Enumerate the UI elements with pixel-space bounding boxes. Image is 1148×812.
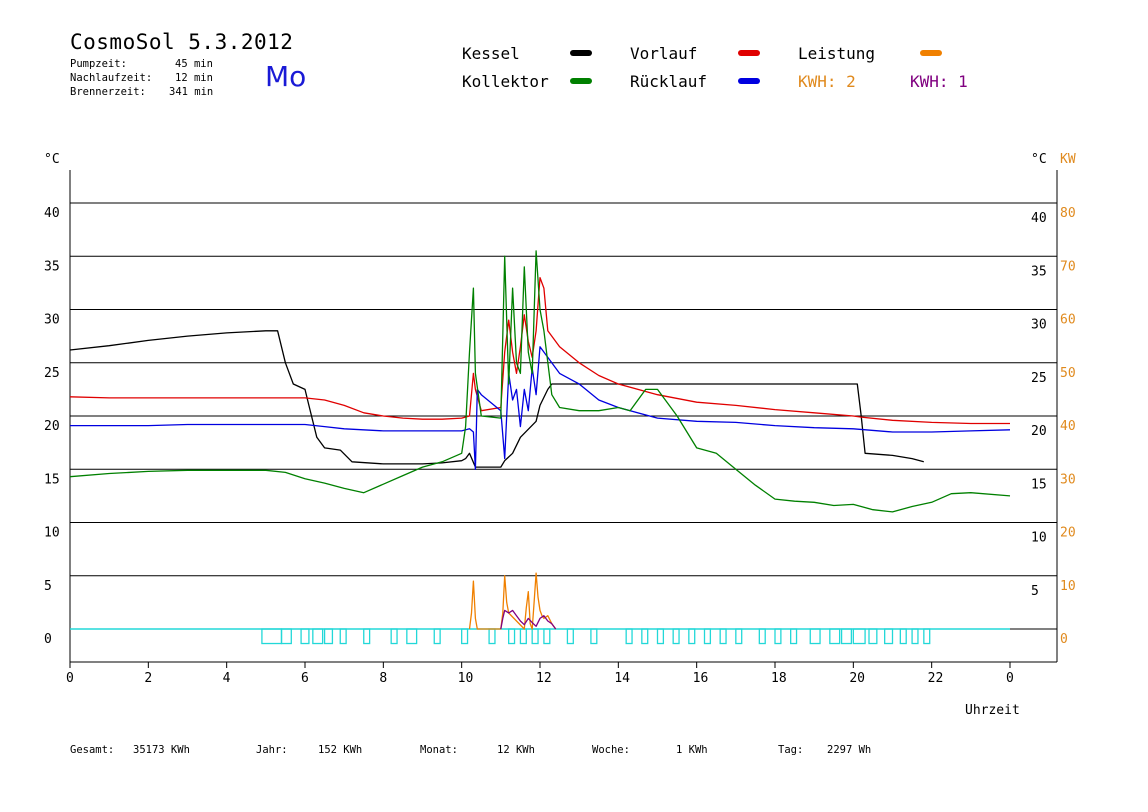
series-kessel [69, 330, 924, 468]
footer-tag-value: 2297 Wh [827, 744, 872, 756]
pump-pulse-7 [390, 628, 398, 645]
x-tick-label-0: 0 [66, 671, 74, 686]
footer-gesamt-label: Gesamt: [70, 744, 115, 756]
y-tick-left-30: 30 [44, 313, 60, 328]
pump-pulse-19 [641, 628, 649, 645]
pump-pulse-5 [339, 628, 347, 645]
pump-pulse-22 [688, 628, 696, 645]
y-tick-left-25: 25 [44, 366, 60, 381]
pump-pulse-35 [899, 628, 907, 645]
x-tick-label-11: 22 [928, 671, 944, 686]
pump-pulse-1 [280, 628, 292, 645]
y-tick-right-20: 20 [1031, 424, 1047, 439]
pump-pulse-33 [868, 628, 878, 645]
pump-pulse-12 [508, 628, 516, 645]
kw-tick-5: 10 [1060, 579, 1076, 594]
pump-pulse-3 [312, 628, 324, 645]
kw-tick-30: 60 [1060, 313, 1076, 328]
footer-woche-label: Woche: [592, 744, 630, 756]
pump-pulse-2 [300, 628, 310, 645]
pump-pulse-15 [543, 628, 551, 645]
pump-pulse-34 [884, 628, 894, 645]
pump-pulse-0 [261, 628, 283, 645]
x-tick-label-2: 4 [223, 671, 231, 686]
pump-pulse-9 [433, 628, 441, 645]
y-tick-right-25: 25 [1031, 371, 1047, 386]
x-tick-label-5: 10 [458, 671, 474, 686]
kw-tick-35: 70 [1060, 259, 1076, 274]
x-axis-label: Uhrzeit [965, 703, 1020, 718]
kw-tick-0: 0 [1060, 632, 1068, 647]
x-tick-label-9: 18 [771, 671, 787, 686]
pump-pulse-31 [840, 628, 853, 645]
y-tick-right-30: 30 [1031, 318, 1047, 333]
y-axis-unit-right: °C [1031, 152, 1047, 167]
pump-pulse-6 [363, 628, 371, 645]
x-tick-label-10: 20 [849, 671, 865, 686]
kw-tick-15: 30 [1060, 472, 1076, 487]
x-tick-label-4: 8 [379, 671, 387, 686]
kw-tick-20: 40 [1060, 419, 1076, 434]
series-kollektor [69, 250, 1011, 513]
pump-pulse-25 [735, 628, 743, 645]
y-tick-left-20: 20 [44, 419, 60, 434]
pump-pulse-30 [829, 628, 841, 645]
footer-monat-label: Monat: [420, 744, 458, 756]
y-tick-left-0: 0 [44, 632, 52, 647]
pump-pulse-8 [406, 628, 418, 645]
pump-pulse-13 [519, 628, 527, 645]
chart-svg: 0 05 5 1010 10 2015 15 3020 20 4025 25 5030 30 6035 35… [44, 152, 1076, 718]
y-tick-right-35: 35 [1031, 264, 1047, 279]
y-tick-left-15: 15 [44, 472, 60, 487]
pump-pulse-27 [774, 628, 782, 645]
series-leistung-kwh-1- [500, 609, 557, 630]
kw-tick-10: 20 [1060, 526, 1076, 541]
x-tick-label-3: 6 [301, 671, 309, 686]
y-tick-right-15: 15 [1031, 477, 1047, 492]
series-leistung [468, 572, 557, 630]
pump-pulse-29 [809, 628, 821, 645]
pump-pulse-23 [703, 628, 712, 645]
pump-pulse-11 [488, 628, 496, 645]
footer-jahr-label: Jahr: [256, 744, 288, 756]
footer-gesamt-value: 35173 KWh [133, 744, 190, 756]
pump-pulse-20 [656, 628, 665, 645]
y-tick-right-40: 40 [1031, 211, 1047, 226]
y-tick-left-40: 40 [44, 206, 60, 221]
kw-tick-40: 80 [1060, 206, 1076, 221]
pump-pulse-17 [590, 628, 598, 645]
y-tick-right-5: 5 [1031, 584, 1039, 599]
pump-pulse-21 [672, 628, 680, 645]
pump-pulse-32 [852, 628, 866, 645]
pump-pulse-18 [625, 628, 633, 645]
y-tick-left-10: 10 [44, 526, 60, 541]
pump-pulse-14 [531, 628, 539, 645]
x-tick-label-6: 12 [536, 671, 552, 686]
pump-pulse-4 [323, 628, 334, 645]
y-tick-left-35: 35 [44, 259, 60, 274]
y-axis-unit-left: °C [44, 152, 60, 167]
x-tick-label-7: 14 [614, 671, 630, 686]
pump-pulse-16 [566, 628, 574, 645]
kw-tick-25: 50 [1060, 366, 1076, 381]
footer-tag-label: Tag: [778, 744, 804, 756]
footer-monat-value: 12 KWh [497, 744, 535, 756]
kw-axis-unit: KW [1060, 152, 1076, 167]
footer-woche-value: 1 KWh [676, 744, 708, 756]
pump-pulse-24 [719, 628, 727, 645]
footer-jahr-value: 152 KWh [318, 744, 363, 756]
y-tick-right-10: 10 [1031, 531, 1047, 546]
pump-pulse-26 [758, 628, 766, 645]
x-tick-label-1: 2 [144, 671, 152, 686]
x-tick-label-12: 0 [1006, 671, 1014, 686]
pump-pulse-36 [911, 628, 919, 645]
y-tick-left-5: 5 [44, 579, 52, 594]
pump-pulse-28 [790, 628, 798, 645]
x-tick-label-8: 16 [693, 671, 709, 686]
pump-pulse-37 [923, 628, 931, 645]
pump-pulse-10 [461, 628, 469, 645]
